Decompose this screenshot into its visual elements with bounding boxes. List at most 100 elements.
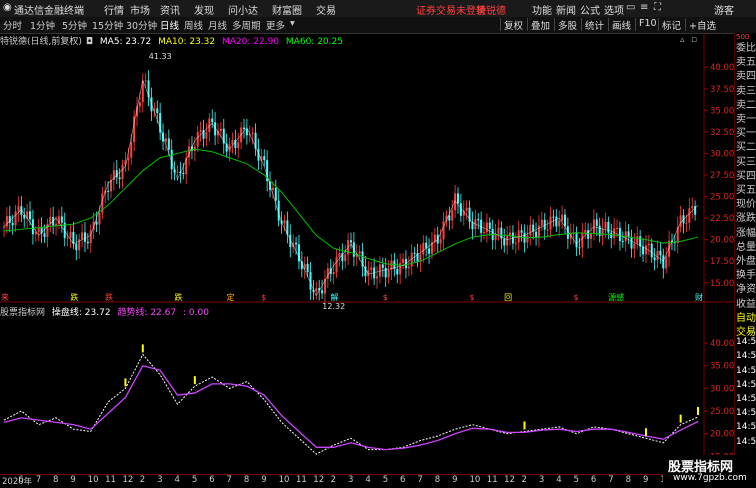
candle-body	[115, 170, 118, 178]
candle-body	[662, 255, 665, 269]
candle-body	[130, 142, 133, 158]
candle-body	[688, 208, 691, 223]
panel-row: 14:56	[736, 422, 756, 433]
y-tick-label: 30.00	[710, 384, 734, 394]
event-marker[interactable]: 跌	[70, 292, 78, 302]
date-label: 2020年	[2, 477, 33, 487]
event-marker[interactable]: 跌	[105, 292, 113, 302]
date-label: 11	[105, 475, 116, 485]
candle-body	[477, 219, 480, 221]
candle-body	[514, 242, 517, 244]
panel-row: 卖一	[736, 114, 756, 125]
candle-body	[81, 232, 84, 240]
candle-body	[251, 132, 254, 135]
event-marker[interactable]: $	[383, 293, 388, 302]
candle-body	[245, 129, 248, 136]
event-marker[interactable]: 回	[504, 293, 512, 302]
candle-body	[618, 227, 621, 242]
event-marker[interactable]: $	[261, 293, 266, 302]
candle-body	[653, 257, 656, 261]
candle-body	[679, 215, 682, 227]
y-tick-label: 32.50	[710, 128, 734, 138]
candle-body	[60, 216, 63, 223]
quote-side-panel: 500 委比 卖五 卖四 卖三 卖二 卖一 买一 买二 买三 买四 买五 现价 涨跌 涨幅 总量 外盘 换手 净资收…	[734, 33, 756, 474]
candle-body	[95, 221, 98, 225]
candle-body	[592, 219, 595, 234]
candle-body	[29, 211, 32, 220]
candle-body	[109, 180, 112, 192]
high-price-annotation: 41.33	[149, 52, 172, 61]
candle-body	[630, 236, 633, 249]
trend-line	[3, 364, 699, 451]
candle-body	[205, 131, 208, 139]
panel-row: 14:56	[736, 408, 756, 419]
signal-bar	[697, 406, 699, 415]
candle-body	[650, 243, 653, 258]
candle-body	[231, 140, 234, 145]
date-label: 5	[191, 475, 198, 485]
date-axis: 2020年 6 7 8 9 10 11 12 2 3 4 5 6 7 8 9 10 11 12 2 3 4 5 6 7 8 9 10 1…	[0, 474, 706, 488]
candle-body	[465, 207, 468, 211]
y-tick-label: 35.00	[710, 106, 734, 116]
candle-body	[535, 231, 538, 238]
date-label: 2	[139, 475, 146, 485]
event-marker[interactable]: $	[574, 293, 579, 302]
panel-row: 收益	[736, 298, 756, 310]
date-label: 7	[608, 475, 614, 485]
y-tick-label: 30.00	[710, 149, 734, 159]
candle-body	[306, 263, 309, 273]
candle-body	[685, 222, 688, 224]
event-marker[interactable]: 解	[331, 292, 339, 302]
candle-body	[558, 220, 561, 227]
event-marker[interactable]: 源感	[608, 292, 624, 302]
candle-body	[428, 248, 431, 254]
candle-body	[497, 227, 500, 235]
date-label: 9	[261, 475, 267, 485]
date-label: 3	[157, 475, 163, 485]
date-label: 5	[382, 475, 389, 485]
candle-body	[332, 271, 335, 275]
candle-body	[563, 214, 566, 227]
y-tick-label: 25.00	[710, 193, 734, 203]
candle-body	[37, 227, 40, 233]
event-marker[interactable]: 定	[227, 292, 235, 302]
candle-body	[647, 243, 650, 246]
candle-body	[5, 216, 8, 227]
date-label: 8	[434, 475, 441, 485]
candle-body	[11, 222, 14, 226]
candle-body	[384, 267, 387, 278]
panel-row: 买三	[736, 156, 756, 168]
event-marker[interactable]: $	[469, 293, 474, 302]
candle-body	[642, 246, 645, 255]
candle-body	[387, 269, 390, 278]
date-label: 2	[521, 475, 527, 485]
candle-body	[413, 252, 416, 254]
candle-body	[442, 221, 445, 240]
candle-body	[176, 171, 179, 173]
candle-body	[283, 220, 286, 224]
panel-row: 买五	[736, 185, 756, 196]
event-marker[interactable]: 来	[1, 293, 9, 302]
candle-body	[118, 177, 121, 180]
candle-body	[459, 203, 462, 216]
event-marker[interactable]: 跌	[175, 292, 183, 302]
date-label: 6	[209, 475, 215, 485]
panel-row: 14:56	[736, 394, 756, 404]
candle-body	[144, 80, 147, 82]
candle-body	[75, 243, 78, 251]
candle-body	[526, 235, 529, 243]
panel-row: 自动	[736, 312, 756, 324]
candle-body	[636, 236, 639, 244]
panel-row: 卖五	[736, 57, 756, 69]
candle-body	[503, 238, 506, 246]
event-marker[interactable]: 财	[695, 292, 703, 302]
y-tick-label: 35.00	[710, 362, 734, 372]
candle-body	[127, 157, 130, 161]
candle-body	[335, 256, 338, 272]
chart-canvas[interactable]: 40.00 37.50 35.00 32.50 30.00 27.50 25.00 22.50…	[0, 0, 734, 474]
candle-body	[575, 232, 578, 248]
candle-body	[506, 236, 509, 246]
candle-body	[89, 230, 92, 244]
candle-body	[607, 221, 610, 233]
candle-body	[196, 132, 199, 147]
